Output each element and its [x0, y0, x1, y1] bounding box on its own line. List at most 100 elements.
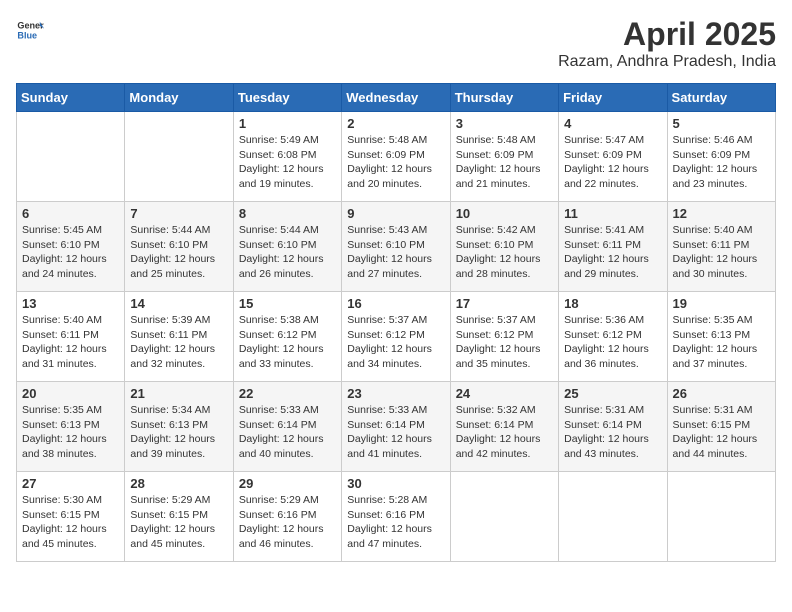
- calendar-day-cell: 18Sunrise: 5:36 AMSunset: 6:12 PMDayligh…: [559, 292, 667, 382]
- col-wednesday: Wednesday: [342, 84, 450, 112]
- calendar-day-cell: 29Sunrise: 5:29 AMSunset: 6:16 PMDayligh…: [233, 472, 341, 562]
- day-info: Sunrise: 5:37 AMSunset: 6:12 PMDaylight:…: [347, 313, 444, 372]
- logo: General Blue: [16, 16, 44, 44]
- title-block: April 2025 Razam, Andhra Pradesh, India: [558, 16, 776, 71]
- day-info: Sunrise: 5:31 AMSunset: 6:14 PMDaylight:…: [564, 403, 661, 462]
- day-number: 6: [22, 206, 119, 221]
- calendar-day-cell: 28Sunrise: 5:29 AMSunset: 6:15 PMDayligh…: [125, 472, 233, 562]
- day-info: Sunrise: 5:49 AMSunset: 6:08 PMDaylight:…: [239, 133, 336, 192]
- calendar-day-cell: 6 Sunrise: 5:45 AMSunset: 6:10 PMDaylight…: [17, 202, 125, 292]
- day-info: Sunrise: 5:41 AMSunset: 6:11 PMDaylight:…: [564, 223, 661, 282]
- calendar-header-row: Sunday Monday Tuesday Wednesday Thursday…: [17, 84, 776, 112]
- col-friday: Friday: [559, 84, 667, 112]
- calendar-day-cell: 30 Sunrise: 5:28 AMSunset: 6:16 PMDayligh…: [342, 472, 450, 562]
- day-info: Sunrise: 5:43 AMSunset: 6:10 PMDaylight:…: [347, 223, 444, 282]
- day-number: 14: [130, 296, 227, 311]
- day-info: Sunrise: 5:44 AMSunset: 6:10 PMDaylight:…: [130, 223, 227, 282]
- calendar-day-cell: 25 Sunrise: 5:31 AMSunset: 6:14 PMDayligh…: [559, 382, 667, 472]
- day-info: Sunrise: 5:39 AMSunset: 6:11 PMDaylight:…: [130, 313, 227, 372]
- day-number: 25: [564, 386, 661, 401]
- day-number: 13: [22, 296, 119, 311]
- calendar-day-cell: 11 Sunrise: 5:41 AMSunset: 6:11 PMDayligh…: [559, 202, 667, 292]
- day-number: 23: [347, 386, 444, 401]
- day-info: Sunrise: 5:46 AMSunset: 6:09 PMDaylight:…: [673, 133, 770, 192]
- calendar-day-cell: 9 Sunrise: 5:43 AMSunset: 6:10 PMDaylight…: [342, 202, 450, 292]
- day-number: 9: [347, 206, 444, 221]
- day-number: 24: [456, 386, 553, 401]
- day-number: 21: [130, 386, 227, 401]
- calendar-day-cell: 23 Sunrise: 5:33 AMSunset: 6:14 PMDayligh…: [342, 382, 450, 472]
- day-info: Sunrise: 5:28 AMSunset: 6:16 PMDaylight:…: [347, 493, 444, 552]
- page-title: April 2025: [558, 16, 776, 53]
- day-info: Sunrise: 5:33 AMSunset: 6:14 PMDaylight:…: [239, 403, 336, 462]
- day-number: 20: [22, 386, 119, 401]
- col-monday: Monday: [125, 84, 233, 112]
- calendar-day-cell: 4 Sunrise: 5:47 AMSunset: 6:09 PMDaylight…: [559, 112, 667, 202]
- calendar-day-cell: 3 Sunrise: 5:48 AMSunset: 6:09 PMDaylight…: [450, 112, 558, 202]
- day-number: 30: [347, 476, 444, 491]
- day-number: 19: [673, 296, 770, 311]
- day-info: Sunrise: 5:47 AMSunset: 6:09 PMDaylight:…: [564, 133, 661, 192]
- day-info: Sunrise: 5:30 AMSunset: 6:15 PMDaylight:…: [22, 493, 119, 552]
- col-saturday: Saturday: [667, 84, 775, 112]
- day-info: Sunrise: 5:37 AMSunset: 6:12 PMDaylight:…: [456, 313, 553, 372]
- col-tuesday: Tuesday: [233, 84, 341, 112]
- calendar-day-cell: 8Sunrise: 5:44 AMSunset: 6:10 PMDaylight…: [233, 202, 341, 292]
- day-number: 17: [456, 296, 553, 311]
- day-info: Sunrise: 5:33 AMSunset: 6:14 PMDaylight:…: [347, 403, 444, 462]
- calendar-day-cell: 12Sunrise: 5:40 AMSunset: 6:11 PMDayligh…: [667, 202, 775, 292]
- day-info: Sunrise: 5:34 AMSunset: 6:13 PMDaylight:…: [130, 403, 227, 462]
- calendar-day-cell: 16 Sunrise: 5:37 AMSunset: 6:12 PMDayligh…: [342, 292, 450, 382]
- calendar-day-cell: 22 Sunrise: 5:33 AMSunset: 6:14 PMDayligh…: [233, 382, 341, 472]
- day-info: Sunrise: 5:29 AMSunset: 6:16 PMDaylight:…: [239, 493, 336, 552]
- day-number: 16: [347, 296, 444, 311]
- calendar-day-cell: 17 Sunrise: 5:37 AMSunset: 6:12 PMDayligh…: [450, 292, 558, 382]
- calendar-week-row: 20Sunrise: 5:35 AMSunset: 6:13 PMDayligh…: [17, 382, 776, 472]
- day-info: Sunrise: 5:42 AMSunset: 6:10 PMDaylight:…: [456, 223, 553, 282]
- day-info: Sunrise: 5:38 AMSunset: 6:12 PMDaylight:…: [239, 313, 336, 372]
- day-number: 10: [456, 206, 553, 221]
- day-number: 26: [673, 386, 770, 401]
- day-info: Sunrise: 5:44 AMSunset: 6:10 PMDaylight:…: [239, 223, 336, 282]
- day-info: Sunrise: 5:48 AMSunset: 6:09 PMDaylight:…: [456, 133, 553, 192]
- calendar-day-cell: 19 Sunrise: 5:35 AMSunset: 6:13 PMDayligh…: [667, 292, 775, 382]
- day-number: 15: [239, 296, 336, 311]
- page-header: General Blue April 2025 Razam, Andhra Pr…: [16, 16, 776, 71]
- calendar-day-cell: 24 Sunrise: 5:32 AMSunset: 6:14 PMDayligh…: [450, 382, 558, 472]
- day-info: Sunrise: 5:36 AMSunset: 6:12 PMDaylight:…: [564, 313, 661, 372]
- calendar-day-cell: 5 Sunrise: 5:46 AMSunset: 6:09 PMDaylight…: [667, 112, 775, 202]
- day-number: 3: [456, 116, 553, 131]
- calendar-day-cell: 15 Sunrise: 5:38 AMSunset: 6:12 PMDayligh…: [233, 292, 341, 382]
- calendar-day-cell: [17, 112, 125, 202]
- day-info: Sunrise: 5:45 AMSunset: 6:10 PMDaylight:…: [22, 223, 119, 282]
- calendar-day-cell: 21 Sunrise: 5:34 AMSunset: 6:13 PMDayligh…: [125, 382, 233, 472]
- calendar-day-cell: [667, 472, 775, 562]
- day-number: 12: [673, 206, 770, 221]
- calendar-table: Sunday Monday Tuesday Wednesday Thursday…: [16, 83, 776, 562]
- calendar-day-cell: 7Sunrise: 5:44 AMSunset: 6:10 PMDaylight…: [125, 202, 233, 292]
- day-info: Sunrise: 5:29 AMSunset: 6:15 PMDaylight:…: [130, 493, 227, 552]
- calendar-week-row: 13Sunrise: 5:40 AMSunset: 6:11 PMDayligh…: [17, 292, 776, 382]
- calendar-day-cell: 13Sunrise: 5:40 AMSunset: 6:11 PMDayligh…: [17, 292, 125, 382]
- calendar-day-cell: [559, 472, 667, 562]
- page-subtitle: Razam, Andhra Pradesh, India: [558, 53, 776, 71]
- calendar-day-cell: [450, 472, 558, 562]
- day-number: 5: [673, 116, 770, 131]
- calendar-day-cell: 10 Sunrise: 5:42 AMSunset: 6:10 PMDayligh…: [450, 202, 558, 292]
- col-sunday: Sunday: [17, 84, 125, 112]
- calendar-day-cell: [125, 112, 233, 202]
- day-number: 1: [239, 116, 336, 131]
- col-thursday: Thursday: [450, 84, 558, 112]
- day-number: 22: [239, 386, 336, 401]
- day-number: 4: [564, 116, 661, 131]
- day-info: Sunrise: 5:48 AMSunset: 6:09 PMDaylight:…: [347, 133, 444, 192]
- calendar-day-cell: 20Sunrise: 5:35 AMSunset: 6:13 PMDayligh…: [17, 382, 125, 472]
- day-info: Sunrise: 5:35 AMSunset: 6:13 PMDaylight:…: [673, 313, 770, 372]
- day-number: 11: [564, 206, 661, 221]
- calendar-day-cell: 2Sunrise: 5:48 AMSunset: 6:09 PMDaylight…: [342, 112, 450, 202]
- calendar-day-cell: 26Sunrise: 5:31 AMSunset: 6:15 PMDayligh…: [667, 382, 775, 472]
- svg-text:Blue: Blue: [17, 30, 37, 40]
- general-blue-logo-icon: General Blue: [16, 16, 44, 44]
- calendar-week-row: 27Sunrise: 5:30 AMSunset: 6:15 PMDayligh…: [17, 472, 776, 562]
- day-info: Sunrise: 5:32 AMSunset: 6:14 PMDaylight:…: [456, 403, 553, 462]
